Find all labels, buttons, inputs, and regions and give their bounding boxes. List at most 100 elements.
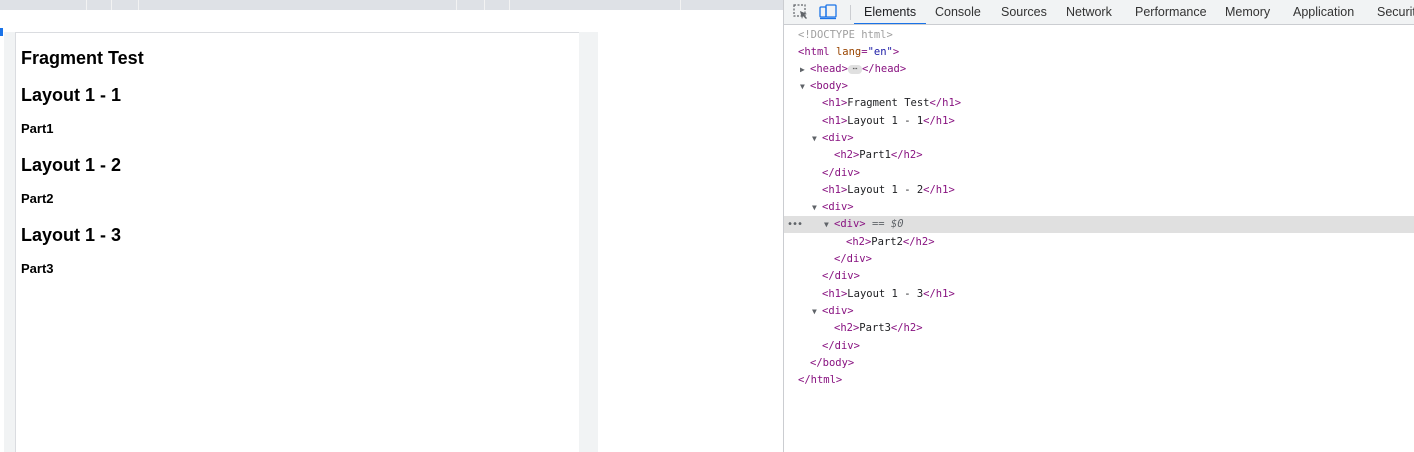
rendered-page: Fragment Test Layout 1 - 1 Part1 Layout … — [15, 32, 579, 452]
div-open-tag: <div> — [822, 132, 854, 144]
collapse-triangle-icon[interactable]: ▼ — [812, 130, 822, 147]
div-open-tag: <div> — [822, 305, 854, 317]
h1-close-tag: </h1> — [923, 115, 955, 127]
dom-node-h2[interactable]: <h2>Part3</h2> — [784, 320, 1414, 337]
head-close-tag: </head> — [861, 63, 907, 75]
dom-node-div-close[interactable]: </div> — [784, 165, 1414, 182]
h1-open-tag: <h1> — [822, 288, 848, 300]
tab-application[interactable]: Application — [1293, 0, 1354, 24]
strip-divider — [456, 0, 457, 10]
head-open-tag: <head> — [810, 63, 848, 75]
dom-tree: <!DOCTYPE html> <html lang="en"> ▶ <head>… — [784, 25, 1414, 452]
div-close-tag: </div> — [822, 340, 860, 352]
dom-node-div-selected[interactable]: ••• ▼ <div> == $0 — [784, 216, 1414, 233]
h2-text: Part3 — [859, 322, 891, 334]
body-open-tag: <body> — [810, 80, 848, 92]
h1-text: Fragment Test — [847, 97, 930, 109]
edge-accent — [0, 28, 3, 36]
dom-node-doctype[interactable]: <!DOCTYPE html> — [784, 27, 1414, 44]
h2-close-tag: </h2> — [890, 149, 923, 161]
h2-open-tag: <h2> — [834, 149, 860, 161]
h1-close-tag: </h1> — [923, 288, 955, 300]
dom-node-h1[interactable]: <h1>Layout 1 - 2</h1> — [784, 182, 1414, 199]
div-close-tag: </div> — [822, 270, 860, 282]
layout-heading-2: Layout 1 - 2 — [21, 155, 122, 175]
page-viewport-area: Fragment Test Layout 1 - 1 Part1 Layout … — [0, 0, 783, 452]
dom-node-h1[interactable]: <h1>Fragment Test</h1> — [784, 95, 1414, 112]
strip-divider — [680, 0, 681, 10]
h1-close-tag: </h1> — [923, 184, 955, 196]
strip-divider — [509, 0, 510, 10]
collapse-triangle-icon[interactable]: ▼ — [800, 78, 810, 95]
tab-security[interactable]: Security — [1377, 0, 1414, 24]
layout-heading-3: Layout 1 - 3 — [21, 225, 122, 245]
h2-open-tag: <h2> — [834, 322, 860, 334]
device-toolbar-icon[interactable] — [819, 3, 837, 21]
select-element-icon[interactable] — [792, 3, 810, 21]
div-close-tag: </div> — [822, 167, 860, 179]
html-attr-name: lang — [835, 46, 862, 58]
h1-open-tag: <h1> — [822, 115, 848, 127]
body-close-tag: </body> — [810, 357, 855, 369]
dom-node-body[interactable]: ▼ <body> — [784, 78, 1414, 95]
dom-node-h2[interactable]: <h2>Part1</h2> — [784, 147, 1414, 164]
strip-divider — [484, 0, 485, 10]
html-close-tag: </html> — [798, 374, 843, 386]
dom-node-div-close[interactable]: </div> — [784, 251, 1414, 268]
h1-open-tag: <h1> — [822, 97, 848, 109]
strip-divider — [138, 0, 139, 10]
layout-heading-1: Layout 1 - 1 — [21, 85, 122, 105]
dom-node-div[interactable]: ▼ <div> — [784, 130, 1414, 147]
tab-elements[interactable]: Elements — [853, 0, 927, 24]
expand-triangle-icon[interactable]: ▶ — [800, 61, 810, 78]
h2-text: Part2 — [871, 236, 903, 248]
strip-divider — [86, 0, 87, 10]
dom-node-div[interactable]: ▼ <div> — [784, 199, 1414, 216]
tab-console[interactable]: Console — [935, 0, 981, 24]
page-title: Fragment Test — [21, 48, 144, 68]
html-attr-value: "en" — [867, 46, 893, 58]
dom-node-head[interactable]: ▶ <head> ⋯ </head> — [784, 61, 1414, 78]
dom-node-h2[interactable]: <h2>Part2</h2> — [784, 234, 1414, 251]
dom-node-div-close[interactable]: </div> — [784, 338, 1414, 355]
part-heading-3: Part3 — [21, 261, 54, 276]
div-open-tag: <div> — [834, 218, 866, 230]
html-open-tag: <html — [798, 46, 830, 58]
dom-node-html-close[interactable]: </html> — [784, 372, 1414, 389]
dom-node-div-close[interactable]: </div> — [784, 268, 1414, 285]
row-more-icon[interactable]: ••• — [787, 216, 803, 233]
tab-sources[interactable]: Sources — [1001, 0, 1047, 24]
html-open-close: > — [892, 46, 900, 58]
dom-node-div[interactable]: ▼ <div> — [784, 303, 1414, 320]
collapse-triangle-icon[interactable]: ▼ — [812, 303, 822, 320]
page-content: Fragment Test Layout 1 - 1 Part1 Layout … — [16, 33, 579, 277]
dom-node-h1[interactable]: <h1>Layout 1 - 1</h1> — [784, 113, 1414, 130]
devtools-tabbar: Elements Console Sources Network Perform… — [784, 0, 1414, 25]
h1-close-tag: </h1> — [929, 97, 962, 109]
selected-node-marker: == $0 — [871, 218, 904, 230]
doctype-text: <!DOCTYPE html> — [798, 29, 893, 41]
collapse-triangle-icon[interactable]: ▼ — [824, 216, 834, 233]
h1-text: Layout 1 - 1 — [847, 115, 924, 127]
tabbar-separator — [850, 5, 851, 20]
div-open-tag: <div> — [822, 201, 854, 213]
strip-divider — [111, 0, 112, 10]
part-heading-2: Part2 — [21, 191, 54, 206]
h2-close-tag: </h2> — [890, 322, 923, 334]
h1-open-tag: <h1> — [822, 184, 848, 196]
dom-node-html[interactable]: <html lang="en"> — [784, 44, 1414, 61]
tab-performance[interactable]: Performance — [1135, 0, 1207, 24]
collapsed-ellipsis-icon[interactable]: ⋯ — [847, 64, 862, 74]
div-close-tag: </div> — [834, 253, 872, 265]
devtools-panel: Elements Console Sources Network Perform… — [783, 0, 1414, 452]
h1-text: Layout 1 - 2 — [847, 184, 924, 196]
part-heading-1: Part1 — [21, 121, 54, 136]
h2-open-tag: <h2> — [846, 236, 872, 248]
tab-memory[interactable]: Memory — [1225, 0, 1270, 24]
h1-text: Layout 1 - 3 — [847, 288, 924, 300]
dom-node-body-close[interactable]: </body> — [784, 355, 1414, 372]
top-toolbar-strip — [0, 0, 783, 10]
dom-node-h1[interactable]: <h1>Layout 1 - 3</h1> — [784, 286, 1414, 303]
tab-network[interactable]: Network — [1066, 0, 1112, 24]
collapse-triangle-icon[interactable]: ▼ — [812, 199, 822, 216]
